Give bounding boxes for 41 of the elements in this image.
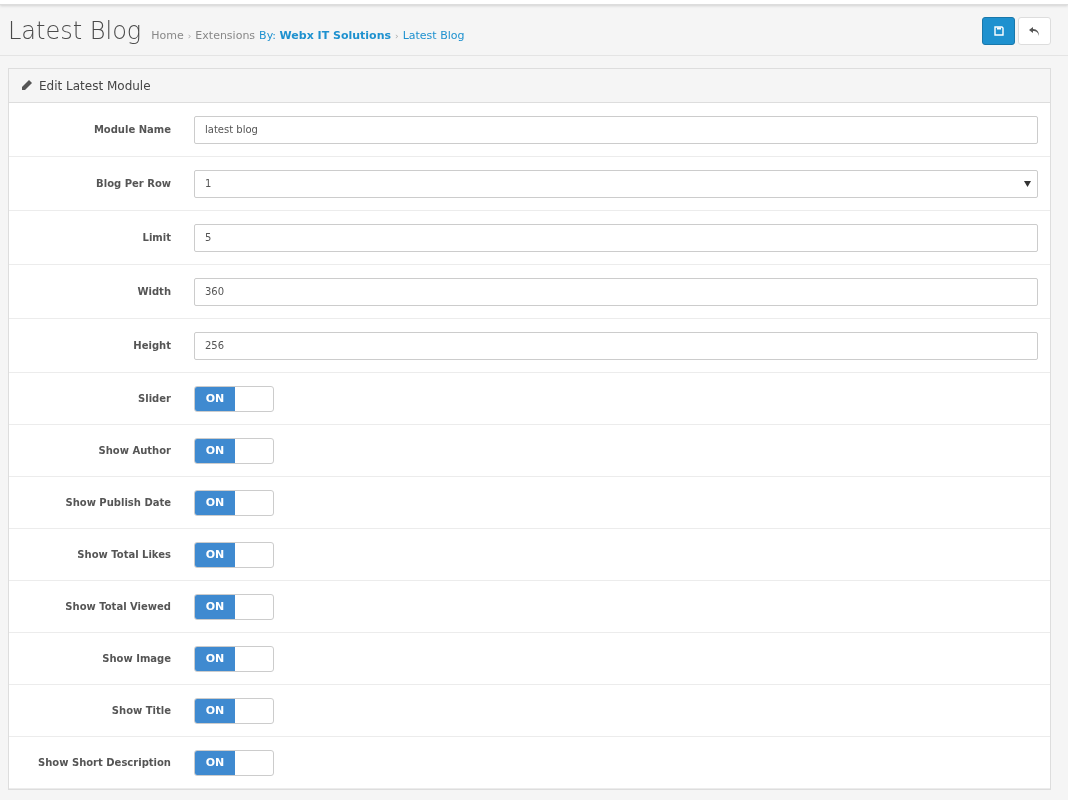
- field-label: Show Publish Date: [64, 497, 172, 508]
- save-icon: [993, 26, 1004, 36]
- back-button[interactable]: [1018, 17, 1051, 45]
- field-label: Limit: [141, 232, 172, 243]
- breadcrumb-link[interactable]: Latest Blog: [402, 29, 465, 42]
- reply-arrow-icon: [1029, 26, 1040, 36]
- text-input[interactable]: 256: [194, 331, 1038, 360]
- caret-icon: [1024, 180, 1031, 187]
- field-label: Show Total Likes: [76, 549, 172, 560]
- field-label: Slider: [137, 393, 172, 404]
- toggle-switch[interactable]: ON: [194, 749, 274, 776]
- toggle-switch[interactable]: ON: [194, 489, 274, 516]
- toggle-switch[interactable]: ON: [194, 593, 274, 620]
- field-label: Show Title: [110, 705, 172, 716]
- toggle-switch[interactable]: ON: [194, 385, 274, 412]
- page-title: Latest Blog: [8, 17, 142, 45]
- field-label: Show Short Description: [37, 757, 172, 768]
- save-button[interactable]: [982, 17, 1015, 45]
- field-label: Show Total Viewed: [64, 601, 172, 612]
- select-dropdown[interactable]: 1: [194, 169, 1038, 198]
- field-label: Height: [132, 340, 172, 351]
- breadcrumb-link[interactable]: By: Webx IT Solutions: [259, 29, 392, 42]
- text-input[interactable]: 5: [194, 223, 1038, 252]
- toggle-switch[interactable]: ON: [194, 437, 274, 464]
- text-input[interactable]: latest blog: [194, 115, 1038, 144]
- select-value: 1: [205, 178, 212, 189]
- pencil-icon: [21, 80, 32, 91]
- breadcrumb-link[interactable]: Home: [151, 29, 184, 42]
- breadcrumb-link[interactable]: Extensions: [195, 29, 256, 42]
- field-label: Module Name: [92, 124, 172, 135]
- toggle-switch[interactable]: ON: [194, 645, 274, 672]
- breadcrumb-separator: ›: [395, 31, 399, 41]
- field-label: Show Author: [97, 445, 172, 456]
- toggle-switch[interactable]: ON: [194, 697, 274, 724]
- text-input[interactable]: 360: [194, 277, 1038, 306]
- field-label: Width: [136, 286, 172, 297]
- breadcrumb-separator: ›: [187, 31, 192, 41]
- field-label: Show Image: [101, 653, 172, 664]
- panel-title: Edit Latest Module: [39, 78, 151, 93]
- field-label: Blog Per Row: [95, 178, 172, 189]
- toggle-switch[interactable]: ON: [194, 541, 274, 568]
